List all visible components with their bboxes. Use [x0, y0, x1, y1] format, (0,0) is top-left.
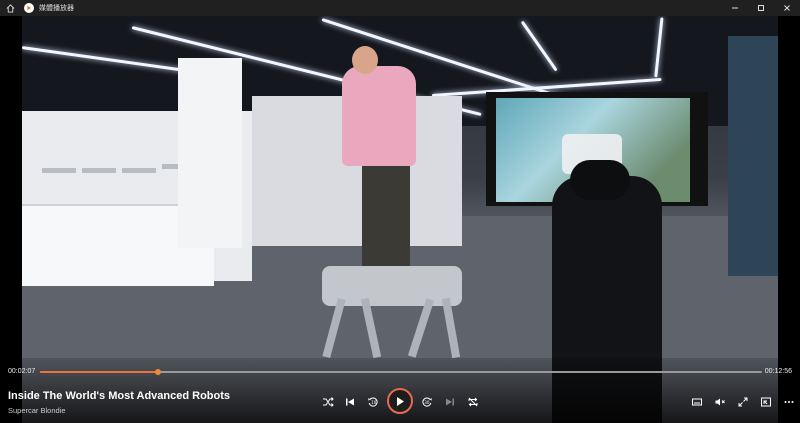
skip-forward-button[interactable]: 30: [418, 393, 436, 411]
app-icon: [24, 3, 34, 13]
subtitles-icon: [691, 396, 703, 408]
video-title: Inside The World's Most Advanced Robots: [8, 390, 231, 402]
robot-dog: [122, 168, 156, 203]
close-button[interactable]: [774, 0, 800, 16]
minimize-icon: [731, 4, 739, 12]
app-title: 媒體播放器: [39, 4, 74, 12]
play-button[interactable]: [387, 388, 413, 414]
svg-text:10: 10: [371, 400, 377, 405]
shuffle-button[interactable]: [319, 393, 337, 411]
home-icon: [6, 3, 15, 13]
total-time: 00:12:56: [764, 368, 792, 375]
minimize-button[interactable]: [722, 0, 748, 16]
more-icon: [783, 396, 795, 408]
skip-back-10-icon: 10: [367, 396, 379, 408]
repeat-icon: [467, 396, 479, 408]
robot-dog: [82, 168, 116, 203]
subtitles-button[interactable]: [688, 393, 706, 411]
shuffle-icon: [322, 396, 334, 408]
person-hoodie: [342, 66, 416, 166]
close-icon: [783, 4, 791, 12]
volume-mute-icon: [714, 396, 726, 408]
previous-button[interactable]: [341, 393, 359, 411]
robot-dog: [42, 168, 76, 203]
current-time: 00:02:07: [8, 368, 36, 375]
volume-button[interactable]: [711, 393, 729, 411]
svg-text:30: 30: [424, 400, 430, 405]
next-icon: [444, 396, 456, 408]
title-bar: 媒體播放器: [0, 0, 800, 16]
home-button[interactable]: [0, 0, 20, 16]
fullscreen-button[interactable]: [734, 393, 752, 411]
mini-player-button[interactable]: [757, 393, 775, 411]
pillar: [178, 58, 242, 248]
skip-forward-30-icon: 30: [421, 396, 433, 408]
play-icon: [395, 396, 405, 407]
repeat-button[interactable]: [464, 393, 482, 411]
previous-icon: [344, 396, 356, 408]
mini-player-icon: [760, 396, 772, 408]
skip-back-button[interactable]: 10: [364, 393, 382, 411]
person-head: [352, 46, 378, 74]
maximize-button[interactable]: [748, 0, 774, 16]
foreground-robot-head: [570, 160, 630, 200]
maximize-icon: [757, 4, 765, 12]
next-button[interactable]: [441, 393, 459, 411]
curtain: [728, 36, 778, 276]
channel-name: Supercar Blondie: [8, 406, 66, 415]
person-legs: [362, 156, 410, 271]
more-button[interactable]: [780, 393, 798, 411]
window-controls: [722, 0, 800, 16]
seek-bar-progress: [40, 371, 159, 373]
seek-bar[interactable]: [40, 369, 762, 375]
fullscreen-icon: [737, 396, 749, 408]
